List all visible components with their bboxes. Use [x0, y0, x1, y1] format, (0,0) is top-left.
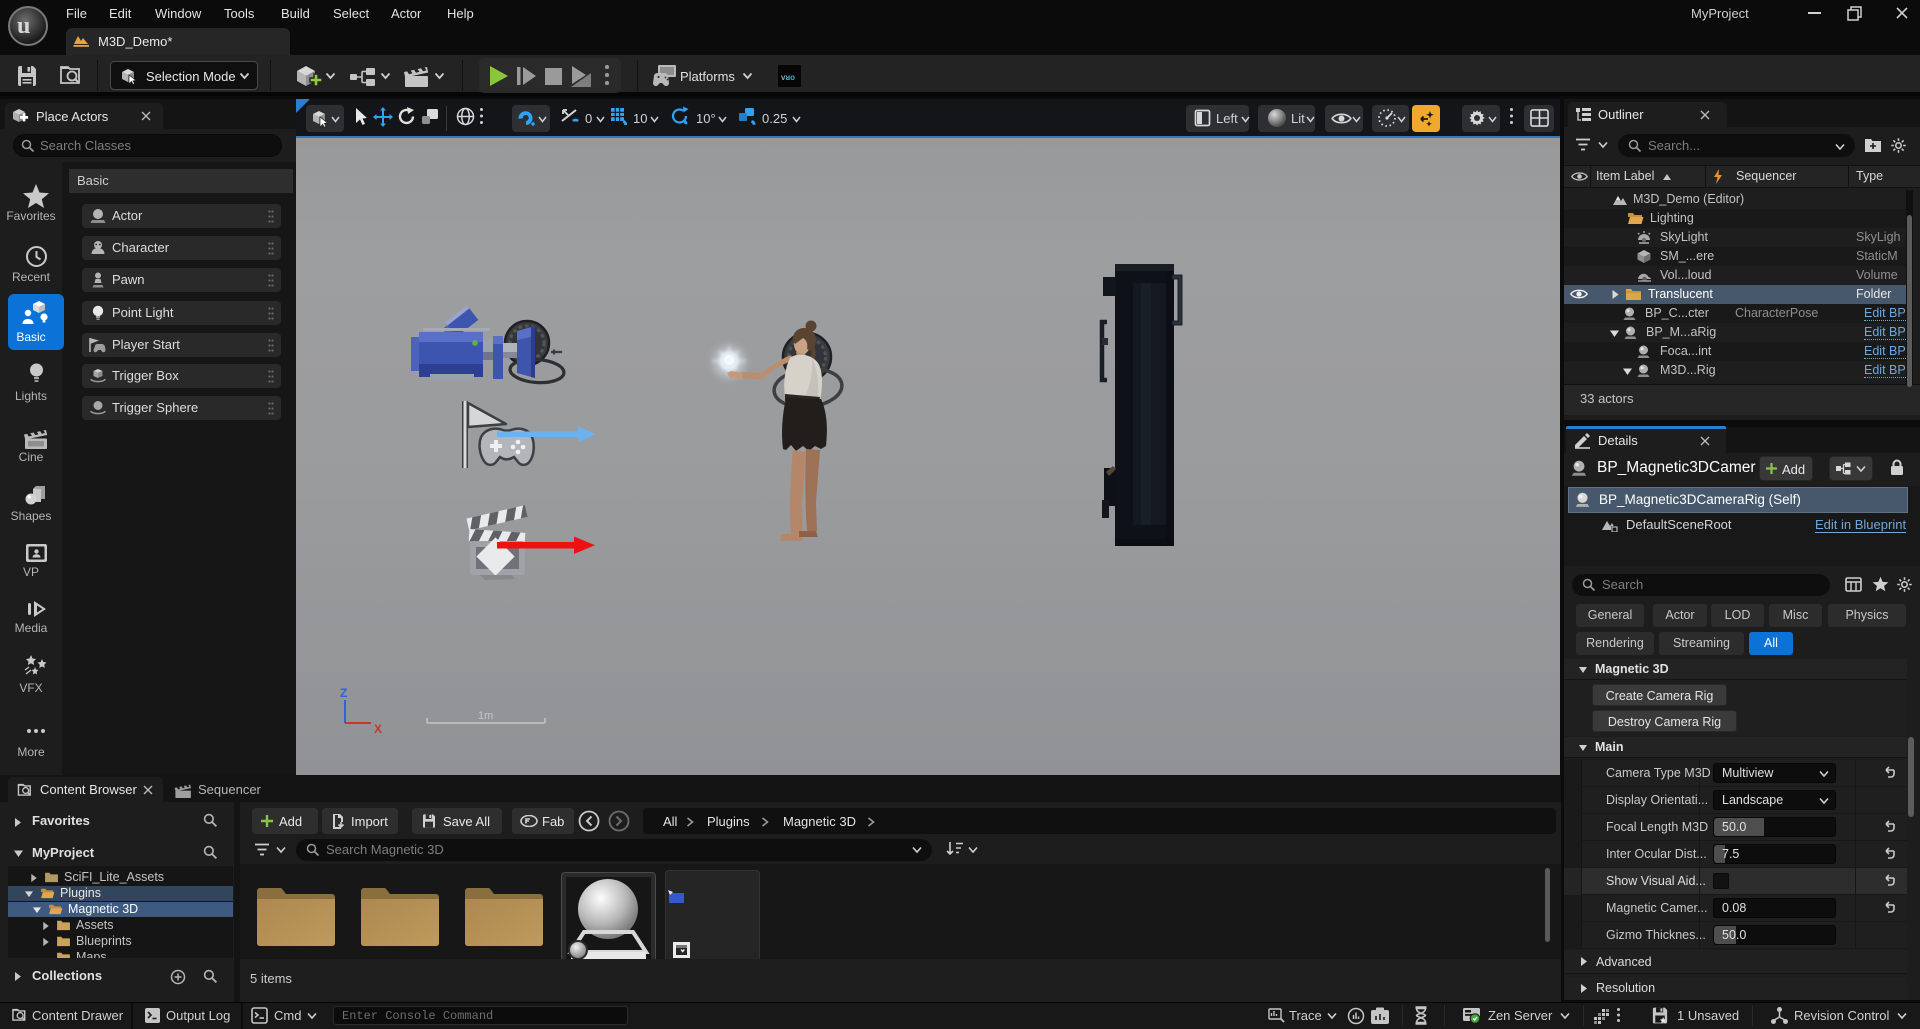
svg-text:1m: 1m — [478, 710, 493, 722]
svg-text:Z: Z — [340, 686, 347, 700]
svg-text:X: X — [374, 722, 382, 736]
